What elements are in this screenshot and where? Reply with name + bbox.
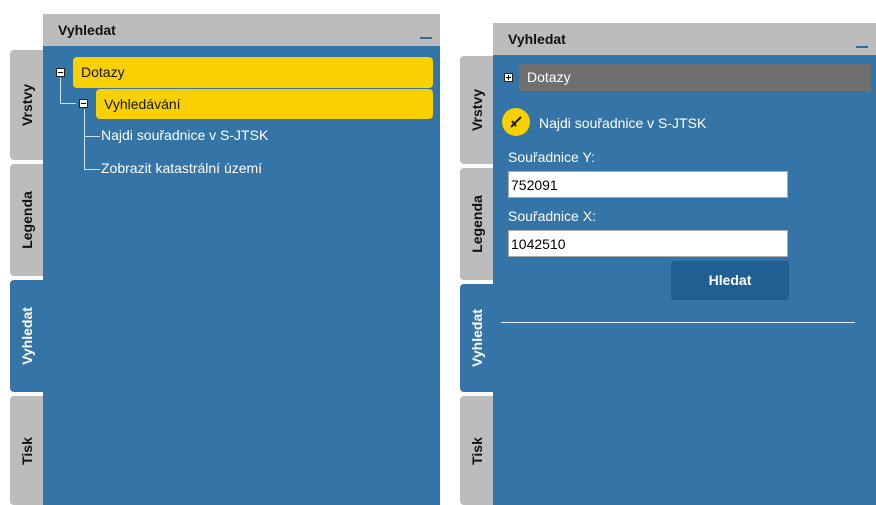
tree-line (84, 136, 100, 137)
tab-label: Vyhledat (18, 307, 35, 365)
left-search-panel: Vyhledat Dotazy Vyhledávání Najdi souřad… (43, 14, 440, 505)
panel-title: Vyhledat (58, 22, 116, 38)
tree-leaf-label: Zobrazit katastrální území (101, 160, 263, 176)
label-x: Souřadnice X: (508, 208, 596, 224)
tree-node-label: Vyhledávání (104, 96, 181, 112)
tree-line (84, 169, 100, 170)
tool-title: Najdi souřadnice v S-JTSK (539, 115, 707, 131)
right-search-panel: Vyhledat Dotazy Najdi souřadnice v S-JTS… (493, 23, 876, 505)
tab-label: Legenda (468, 195, 485, 253)
tab-vrstvy[interactable]: Vrstvy (460, 56, 493, 164)
minimize-icon[interactable] (420, 37, 432, 39)
tree-line (60, 78, 61, 103)
tab-label: Tisk (468, 436, 485, 465)
search-button[interactable]: Hledat (671, 261, 789, 300)
coordinate-x-input[interactable] (508, 230, 788, 257)
tab-vyhledat[interactable]: Vyhledat (460, 284, 493, 392)
tab-label: Legenda (18, 191, 35, 249)
tree-leaf-najdi-souradnice[interactable]: Najdi souřadnice v S-JTSK (101, 127, 268, 143)
coordinate-y-input[interactable] (508, 171, 788, 198)
tree-line (60, 103, 76, 104)
tab-vyhledat[interactable]: Vyhledat (10, 280, 43, 392)
panel-header: Vyhledat (493, 23, 876, 55)
tab-label: Vyhledat (468, 309, 485, 367)
panel-header: Vyhledat (43, 14, 440, 46)
tab-label: Vrstvy (18, 83, 35, 127)
crosshair-icon (502, 108, 530, 136)
button-label: Hledat (708, 272, 752, 288)
tab-legenda[interactable]: Legenda (460, 168, 493, 280)
tree-expand-icon[interactable] (504, 73, 513, 82)
section-bar-dotazy[interactable]: Dotazy (519, 64, 871, 91)
tree-collapse-icon[interactable] (79, 99, 88, 108)
tree-leaf-label: Najdi souřadnice v S-JTSK (101, 127, 269, 143)
tree-leaf-katastralni-uzemi[interactable]: Zobrazit katastrální území (101, 160, 262, 176)
minimize-icon[interactable] (856, 46, 868, 48)
label-y: Souřadnice Y: (508, 149, 595, 165)
tab-tisk[interactable]: Tisk (10, 396, 43, 505)
tab-tisk[interactable]: Tisk (460, 396, 493, 505)
tab-legenda[interactable]: Legenda (10, 164, 43, 276)
tree-line (84, 109, 85, 169)
divider (501, 322, 855, 323)
tree-collapse-icon[interactable] (56, 68, 65, 77)
panel-title: Vyhledat (508, 31, 566, 47)
tree-node-vyhledavani[interactable]: Vyhledávání (96, 89, 433, 119)
tree-node-label: Dotazy (81, 64, 125, 80)
tab-vrstvy[interactable]: Vrstvy (10, 50, 43, 160)
tree-node-dotazy[interactable]: Dotazy (73, 57, 433, 88)
tab-label: Tisk (18, 436, 35, 465)
section-label: Dotazy (527, 69, 571, 85)
tab-label: Vrstvy (468, 88, 485, 132)
